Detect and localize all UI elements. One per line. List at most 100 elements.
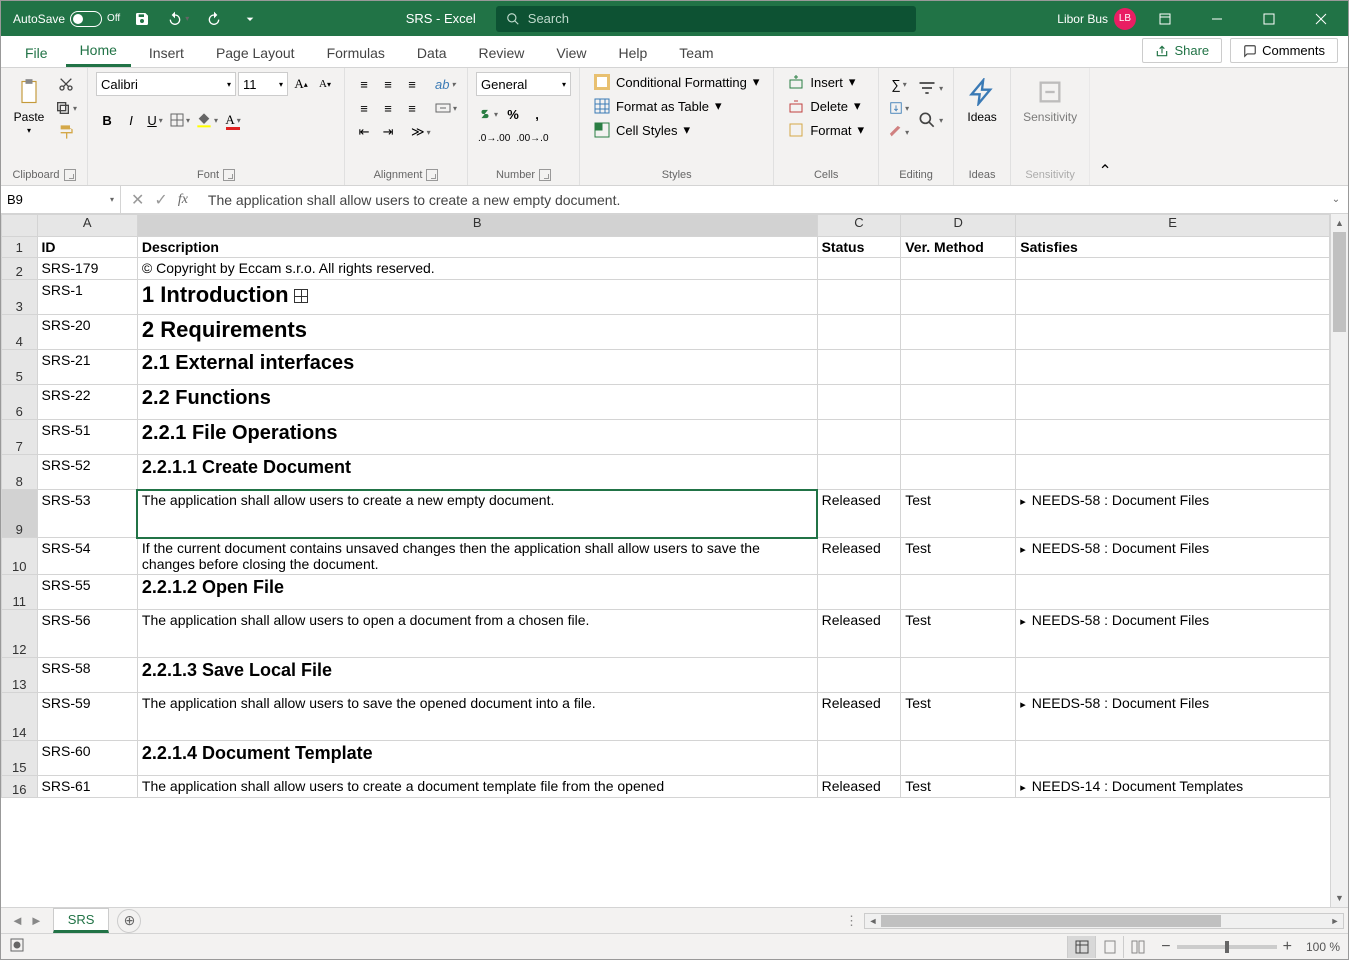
- row-header[interactable]: 6: [2, 385, 38, 420]
- normal-view-icon[interactable]: [1067, 936, 1095, 958]
- font-color-icon[interactable]: A: [222, 108, 244, 132]
- cell-description[interactable]: If the current document contains unsaved…: [137, 538, 817, 575]
- align-bottom-icon[interactable]: ≡: [401, 72, 423, 96]
- sheet-tab-srs[interactable]: SRS: [53, 908, 110, 933]
- row-header[interactable]: 16: [2, 776, 38, 798]
- cell-status[interactable]: Released: [817, 776, 901, 798]
- number-dialog-launcher[interactable]: [539, 169, 551, 181]
- cell-id[interactable]: SRS-58: [37, 658, 137, 693]
- borders-icon[interactable]: [168, 108, 192, 132]
- cell-satisfies[interactable]: [1016, 420, 1330, 455]
- cell-description[interactable]: 2.2 Functions: [137, 385, 817, 420]
- increase-decimal-icon[interactable]: .0→.00: [476, 126, 512, 150]
- cell-id[interactable]: SRS-59: [37, 693, 137, 741]
- align-middle-icon[interactable]: ≡: [377, 72, 399, 96]
- row-header[interactable]: 2: [2, 258, 38, 280]
- cell-method[interactable]: Test: [901, 538, 1016, 575]
- cell-id[interactable]: SRS-1: [37, 280, 137, 315]
- fx-icon[interactable]: fx: [178, 192, 188, 208]
- cancel-formula-icon[interactable]: ✕: [131, 190, 144, 210]
- format-as-table-button[interactable]: Format as Table ▾: [588, 96, 728, 116]
- cut-icon[interactable]: [53, 72, 79, 96]
- col-header-b[interactable]: B: [137, 215, 817, 237]
- cell-satisfies[interactable]: [1016, 315, 1330, 350]
- cell-description[interactable]: 2.2.1.2 Open File: [137, 575, 817, 610]
- tab-home[interactable]: Home: [66, 36, 131, 67]
- cell-satisfies[interactable]: NEEDS-58 : Document Files: [1016, 693, 1330, 741]
- cell-status[interactable]: [817, 280, 901, 315]
- tab-formulas[interactable]: Formulas: [313, 39, 399, 67]
- cell-method[interactable]: Test: [901, 490, 1016, 538]
- tab-file[interactable]: File: [11, 39, 62, 67]
- cell-method[interactable]: Test: [901, 693, 1016, 741]
- row-header[interactable]: 13: [2, 658, 38, 693]
- underline-icon[interactable]: U: [144, 108, 166, 132]
- col-header-a[interactable]: A: [37, 215, 137, 237]
- autosum-icon[interactable]: ∑: [887, 72, 911, 96]
- italic-icon[interactable]: I: [120, 108, 142, 132]
- cell-status[interactable]: Released: [817, 610, 901, 658]
- row-header[interactable]: 5: [2, 350, 38, 385]
- cell-status[interactable]: [817, 741, 901, 776]
- percent-icon[interactable]: %: [502, 102, 524, 126]
- col-header-c[interactable]: C: [817, 215, 901, 237]
- sheet-nav-prev-icon[interactable]: ◄: [11, 913, 24, 928]
- search-box[interactable]: Search: [496, 6, 916, 32]
- cell-status[interactable]: [817, 315, 901, 350]
- tab-page-layout[interactable]: Page Layout: [202, 39, 309, 67]
- row-header[interactable]: 14: [2, 693, 38, 741]
- align-left-icon[interactable]: ≡: [353, 96, 375, 120]
- cell-description[interactable]: 2.2.1.4 Document Template: [137, 741, 817, 776]
- tab-view[interactable]: View: [542, 39, 600, 67]
- cell-description[interactable]: 2 Requirements: [137, 315, 817, 350]
- horizontal-scrollbar[interactable]: ◄►: [864, 913, 1344, 929]
- cell-satisfies[interactable]: NEEDS-14 : Document Templates: [1016, 776, 1330, 798]
- cell-method[interactable]: [901, 741, 1016, 776]
- conditional-formatting-button[interactable]: Conditional Formatting ▾: [588, 72, 765, 92]
- cell-method[interactable]: [901, 350, 1016, 385]
- insert-cells-button[interactable]: Insert ▾: [782, 72, 861, 92]
- row-header[interactable]: 12: [2, 610, 38, 658]
- fill-color-icon[interactable]: [194, 108, 220, 132]
- tab-review[interactable]: Review: [465, 39, 539, 67]
- cell-status[interactable]: [817, 385, 901, 420]
- number-format-combo[interactable]: General▾: [476, 72, 571, 96]
- select-all-corner[interactable]: [2, 215, 38, 237]
- save-icon[interactable]: [128, 5, 156, 33]
- accounting-icon[interactable]: [476, 102, 500, 126]
- page-break-view-icon[interactable]: [1123, 936, 1151, 958]
- zoom-level[interactable]: 100 %: [1306, 940, 1340, 954]
- cell-status[interactable]: [817, 658, 901, 693]
- row-header[interactable]: 3: [2, 280, 38, 315]
- cell-description[interactable]: The application shall allow users to cre…: [137, 490, 817, 538]
- cell-description[interactable]: 1 Introduction: [137, 280, 817, 315]
- cell-satisfies[interactable]: [1016, 258, 1330, 280]
- cell-id[interactable]: SRS-179: [37, 258, 137, 280]
- cell-method[interactable]: [901, 455, 1016, 490]
- cell-method[interactable]: [901, 280, 1016, 315]
- paste-button[interactable]: Paste▾: [9, 72, 49, 139]
- cell-id[interactable]: SRS-60: [37, 741, 137, 776]
- cell-id[interactable]: SRS-56: [37, 610, 137, 658]
- alignment-dialog-launcher[interactable]: [426, 169, 438, 181]
- col-header-d[interactable]: D: [901, 215, 1016, 237]
- avatar[interactable]: LB: [1114, 8, 1136, 30]
- delete-cells-button[interactable]: Delete ▾: [782, 96, 866, 116]
- cell-method[interactable]: [901, 315, 1016, 350]
- sort-filter-icon[interactable]: [915, 72, 945, 104]
- enter-formula-icon[interactable]: ✓: [154, 190, 167, 210]
- ideas-button[interactable]: Ideas: [962, 72, 1002, 128]
- cell-status[interactable]: [817, 455, 901, 490]
- cell-method[interactable]: Test: [901, 610, 1016, 658]
- cell-id[interactable]: SRS-20: [37, 315, 137, 350]
- zoom-out-button[interactable]: −: [1161, 938, 1170, 956]
- cell-description[interactable]: The application shall allow users to cre…: [137, 776, 817, 798]
- decrease-indent-icon[interactable]: ⇤: [353, 120, 375, 144]
- comma-icon[interactable]: ,: [526, 102, 548, 126]
- cell-method[interactable]: [901, 575, 1016, 610]
- clear-icon[interactable]: [887, 120, 911, 144]
- merge-icon[interactable]: [433, 96, 459, 120]
- cell-satisfies[interactable]: [1016, 350, 1330, 385]
- cell-method[interactable]: [901, 385, 1016, 420]
- formula-bar[interactable]: The application shall allow users to cre…: [198, 192, 1324, 208]
